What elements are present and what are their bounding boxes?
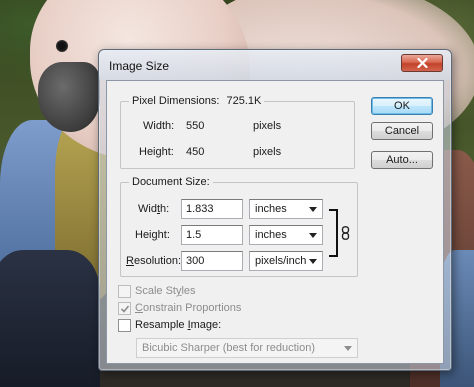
chevron-down-icon: [309, 233, 317, 238]
resolution-unit-select[interactable]: pixels/inch: [249, 251, 323, 271]
chain-link-icon: [341, 226, 350, 243]
image-size-dialog: Image Size Pixel Dimensions: 725.1K Widt…: [98, 49, 452, 371]
title-bar[interactable]: Image Size: [99, 50, 451, 80]
pixel-dimensions-heading: Pixel Dimensions: 725.1K: [129, 95, 265, 108]
constrain-proportions-checkbox[interactable]: [118, 302, 131, 315]
checkmark-icon: [120, 305, 130, 313]
constrain-proportions-label: Constrain Proportions: [135, 302, 242, 314]
chevron-down-icon: [344, 346, 352, 351]
cancel-button[interactable]: Cancel: [371, 122, 433, 140]
close-button[interactable]: [401, 54, 443, 72]
scale-styles-label: Scale Styles: [135, 285, 196, 297]
resample-method-select[interactable]: Bicubic Sharper (best for reduction): [136, 338, 358, 358]
pixel-width-unit: pixels: [253, 120, 282, 132]
cockatoo-eye: [56, 40, 68, 52]
pixel-width-label: Width:: [143, 120, 175, 132]
pixel-dimensions-size: 725.1K: [226, 95, 262, 107]
document-height-label: Height:: [135, 229, 170, 241]
background-person: [0, 250, 100, 387]
chevron-down-icon: [309, 207, 317, 212]
constrain-link-bracket: [329, 209, 338, 257]
document-width-field[interactable]: 1.833: [181, 199, 243, 219]
dialog-content: Pixel Dimensions: 725.1K Width: 550 pixe…: [106, 80, 444, 364]
cockatoo-beak: [38, 62, 100, 132]
dialog-title: Image Size: [109, 59, 170, 73]
pixel-height-label: Height:: [139, 146, 174, 158]
pixel-height-unit: pixels: [253, 146, 282, 158]
scale-styles-checkbox[interactable]: [118, 285, 131, 298]
auto-button[interactable]: Auto...: [371, 151, 433, 169]
document-height-field[interactable]: 1.5: [181, 225, 243, 245]
resolution-label: Resolution:: [126, 255, 182, 267]
chevron-down-icon: [309, 259, 317, 264]
document-width-unit-select[interactable]: inches: [249, 199, 323, 219]
resolution-field[interactable]: 300: [181, 251, 243, 271]
pixel-height-value: 450: [186, 146, 205, 158]
resample-image-checkbox[interactable]: [118, 319, 131, 332]
document-width-label: Width:: [138, 203, 170, 215]
close-icon: [416, 58, 428, 68]
resample-image-label: Resample Image:: [135, 319, 222, 331]
ok-button[interactable]: OK: [371, 97, 433, 115]
document-size-heading: Document Size:: [129, 176, 213, 189]
pixel-width-value: 550: [186, 120, 205, 132]
pixel-dimensions-group: Pixel Dimensions: 725.1K Width: 550 pixe…: [120, 95, 355, 169]
document-height-unit-select[interactable]: inches: [249, 225, 323, 245]
